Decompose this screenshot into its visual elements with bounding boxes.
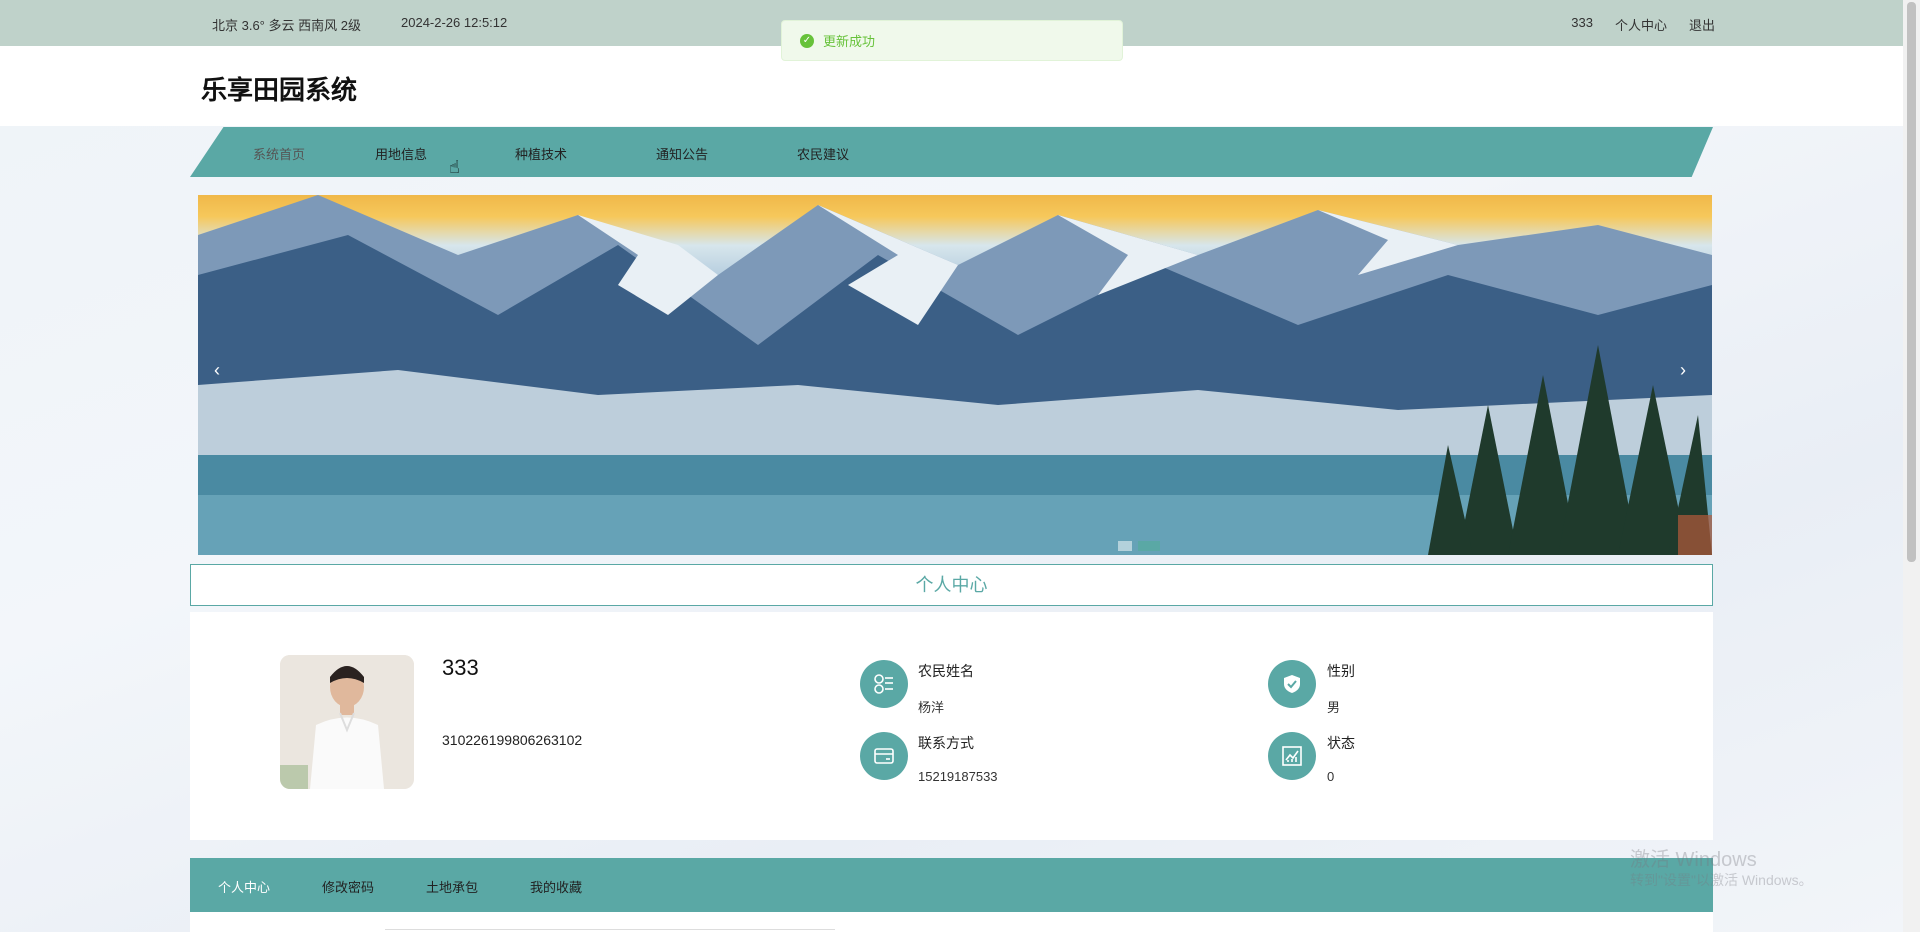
section-title: 个人中心 xyxy=(190,564,1713,606)
success-toast: ✓ 更新成功 xyxy=(781,20,1123,61)
carousel-prev-button[interactable]: ‹ xyxy=(214,360,220,381)
nav-item-home[interactable]: 系统首页 xyxy=(253,144,305,163)
carousel-indicators xyxy=(1118,541,1160,551)
farmer-name-value: 杨洋 xyxy=(918,700,945,715)
page-scrollbar[interactable] xyxy=(1903,0,1920,932)
avatar xyxy=(280,655,414,789)
nav-item-notices[interactable]: 通知公告 xyxy=(656,144,708,163)
mountain-landscape-image xyxy=(198,195,1712,555)
windows-activation-title: 激活 Windows xyxy=(1630,849,1757,871)
carousel-dot[interactable] xyxy=(1118,541,1132,551)
profile-tabs: 个人中心 修改密码 土地承包 我的收藏 xyxy=(190,858,1713,912)
logout-link[interactable]: 退出 xyxy=(1689,15,1715,34)
tab-profile[interactable]: 个人中心 xyxy=(218,877,270,896)
card-icon xyxy=(860,732,908,780)
nav-item-land-info[interactable]: 用地信息 xyxy=(375,144,427,163)
main-nav: 系统首页 用地信息 种植技术 通知公告 农民建议 xyxy=(190,127,1713,177)
tab-content-area xyxy=(190,912,1713,932)
shield-check-icon xyxy=(1268,660,1316,708)
user-group-icon xyxy=(860,660,908,708)
tab-land-contract[interactable]: 土地承包 xyxy=(426,877,478,896)
user-links: 333 个人中心 退出 xyxy=(1571,15,1715,34)
toast-message: 更新成功 xyxy=(823,34,876,49)
windows-activation-hint: 转到"设置"以激活 Windows。 xyxy=(1630,872,1813,888)
profile-card: 333 310226199806263102 农民姓名 杨洋 性别 男 联系方式… xyxy=(190,612,1713,840)
contact-value: 15219187533 xyxy=(918,769,998,784)
profile-id-number: 310226199806263102 xyxy=(442,732,583,748)
tab-favorites[interactable]: 我的收藏 xyxy=(530,877,582,896)
weather-info: 北京 3.6° 多云 西南风 2级 xyxy=(212,18,361,33)
site-logo[interactable]: 乐享田园系统 xyxy=(201,70,357,107)
profile-link[interactable]: 个人中心 xyxy=(1615,15,1667,34)
carousel-next-button[interactable]: › xyxy=(1680,360,1686,381)
carousel-dot-active[interactable] xyxy=(1138,541,1160,551)
nav-item-suggestions[interactable]: 农民建议 xyxy=(797,144,849,163)
profile-username: 333 xyxy=(442,655,479,680)
gender-value: 男 xyxy=(1327,700,1341,715)
divider xyxy=(385,929,835,930)
status-label: 状态 xyxy=(1327,735,1355,751)
scrollbar-thumb[interactable] xyxy=(1907,2,1916,562)
nav-item-planting-tech[interactable]: 种植技术 xyxy=(515,144,567,163)
pointer-cursor-icon: ☝ xyxy=(449,157,460,177)
contact-label: 联系方式 xyxy=(918,735,974,751)
current-datetime: 2024-2-26 12:5:12 xyxy=(401,15,508,30)
gender-label: 性别 xyxy=(1327,663,1355,679)
tab-change-password[interactable]: 修改密码 xyxy=(322,877,374,896)
farmer-name-label: 农民姓名 xyxy=(918,663,974,679)
check-circle-icon: ✓ xyxy=(800,33,814,48)
username-link[interactable]: 333 xyxy=(1571,15,1593,34)
banner-carousel[interactable]: ‹ › xyxy=(198,195,1712,555)
chart-icon xyxy=(1268,732,1316,780)
status-value: 0 xyxy=(1327,769,1335,784)
